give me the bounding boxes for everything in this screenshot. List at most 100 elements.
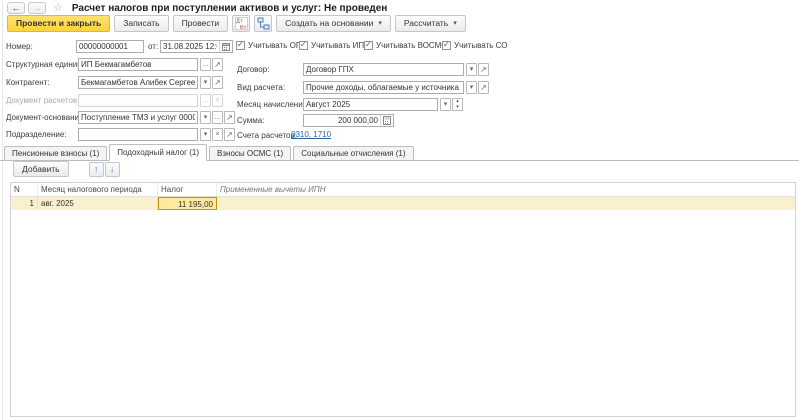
date-input[interactable]: 31.08.2025 12:00:00 [160,40,233,53]
settlement-document-input[interactable] [78,94,198,107]
counterparty-label: Контрагент: [6,76,50,89]
tab-pension-contributions[interactable]: Пенсионные взносы (1) [4,146,107,160]
checkbox-so[interactable]: ✓ Учитывать СО [442,40,507,51]
structural-unit-label: Структурная единица: [6,58,88,71]
open-icon: ↗ [226,112,233,123]
base-document-input[interactable]: Поступление ТМЗ и услуг 000000001 [78,111,198,124]
checkbox-vosms-label: Учитывать ВОСМС [376,41,447,50]
open-icon: ↗ [214,77,221,88]
contract-value: Договор ГПХ [306,64,461,75]
counterparty-input[interactable]: Бекмагамбетов Алибек Сергеевич [78,76,198,89]
department-open-button[interactable]: ↗ [224,128,235,141]
checkbox-icon: ✓ [364,41,373,50]
svg-text:Дт: Дт [236,19,243,25]
department-clear-button[interactable]: × [212,128,223,141]
document-window: ← → ☆ Расчет налогов при поступлении акт… [0,0,799,420]
back-button[interactable]: ← [7,2,25,14]
tab-social-deductions[interactable]: Социальные отчисления (1) [293,146,413,160]
structure-report-button[interactable] [254,15,272,32]
col-header-deductions[interactable]: Примененные вычеты ИПН [217,183,795,196]
table-header-row: N Месяц налогового периода Налог Примене… [11,183,795,197]
cell-row-number[interactable]: 1 [11,197,38,210]
col-header-period[interactable]: Месяц налогового периода [38,183,158,196]
save-button[interactable]: Записать [114,15,168,32]
settlement-document-choose-button[interactable]: ... [200,94,211,107]
calculate-button[interactable]: Рассчитать ▾ [395,15,466,32]
debit-credit-icon: Дт Кт [235,17,248,30]
checkbox-ipn[interactable]: ✓ Учитывать ИПН [299,40,370,51]
cell-deductions[interactable] [217,197,795,210]
base-document-value: Поступление ТМЗ и услуг 000000001 [81,112,195,123]
move-row-down-button[interactable]: ↓ [105,162,120,177]
department-input[interactable] [78,128,198,141]
create-based-on-label: Создать на основании [285,19,373,28]
cell-tax-selected[interactable]: 11 195,00 [158,197,217,210]
department-dropdown-button[interactable]: ▾ [200,128,211,141]
checkbox-icon: ✓ [442,41,451,50]
contract-input[interactable]: Договор ГПХ [303,63,464,76]
calculation-type-input[interactable]: Прочие доходы, облагаемые у источника [303,81,464,94]
add-row-button[interactable]: Добавить [13,161,69,177]
calculator-icon[interactable] [380,115,391,126]
tab-osms-contributions[interactable]: Взносы ОСМС (1) [209,146,291,160]
calendar-icon[interactable] [219,41,230,52]
post-button[interactable]: Провести [173,15,229,32]
structural-unit-open-button[interactable]: ↗ [212,58,223,71]
move-row-up-button[interactable]: ↑ [89,162,104,177]
amount-value: 200 000,00 [306,115,378,126]
amount-input[interactable]: 200 000,00 [303,114,394,127]
show-postings-button[interactable]: Дт Кт [232,15,250,32]
col-header-tax[interactable]: Налог [158,183,217,196]
accrual-month-label: Месяц начисления: [237,98,309,111]
post-and-close-button[interactable]: Провести и закрыть [7,15,110,32]
date-prefix-label: от: [148,40,158,53]
table-row[interactable]: 1 авг. 2025 11 195,00 [11,197,795,210]
base-document-label: Документ-основание: [6,111,86,124]
checkbox-opv[interactable]: ✓ Учитывать ОПВ [236,40,307,51]
accrual-month-value: Август 2025 [306,99,435,110]
checkbox-icon: ✓ [299,41,308,50]
dropdown-caret-icon: ▾ [378,20,382,27]
calculation-type-dropdown-button[interactable]: ▾ [466,81,477,94]
structural-unit-input[interactable]: ИП Бекмагамбетов [78,58,198,71]
base-document-open-button[interactable]: ↗ [224,111,235,124]
col-header-n[interactable]: N [11,183,38,196]
dropdown-caret-icon: ▾ [453,20,457,27]
calculation-type-open-button[interactable]: ↗ [478,81,489,94]
contract-dropdown-button[interactable]: ▾ [466,63,477,76]
number-input[interactable]: 00000000001 [76,40,144,53]
counterparty-dropdown-button[interactable]: ▾ [200,76,211,89]
open-icon: ↗ [480,64,487,75]
amount-label: Сумма: [237,114,264,127]
settlement-document-label: Документ расчетов: [6,94,79,107]
settlement-document-clear-button[interactable]: × [212,94,223,107]
counterparty-open-button[interactable]: ↗ [212,76,223,89]
settlement-accounts-link[interactable]: 3310, 1710 [291,129,331,141]
accrual-month-dropdown-button[interactable]: ▾ [440,98,451,111]
calculate-label: Рассчитать [404,19,448,28]
counterparty-value: Бекмагамбетов Алибек Сергеевич [81,77,195,88]
accrual-month-spinner[interactable]: ▴ ▾ [452,98,463,111]
contract-open-button[interactable]: ↗ [478,63,489,76]
svg-text:Кт: Кт [240,25,247,30]
create-based-on-button[interactable]: Создать на основании ▾ [276,15,391,32]
favorite-star-icon[interactable]: ☆ [53,2,63,14]
number-value: 00000000001 [79,41,141,52]
tab-income-tax[interactable]: Подоходный налог (1) [109,144,207,161]
forward-button[interactable]: → [28,2,46,14]
department-label: Подразделение: [6,128,67,141]
open-icon: ↗ [480,82,487,93]
income-tax-table: N Месяц налогового периода Налог Примене… [10,182,796,417]
table-command-bar: Добавить ↑ ↓ [13,161,120,177]
checkbox-vosms[interactable]: ✓ Учитывать ВОСМС [364,40,447,51]
calculation-type-value: Прочие доходы, облагаемые у источника [306,82,461,93]
spin-down-icon[interactable]: ▾ [453,105,462,111]
base-document-dropdown-button[interactable]: ▾ [200,111,211,124]
base-document-choose-button[interactable]: ... [212,111,223,124]
accrual-month-input[interactable]: Август 2025 [303,98,438,111]
settlement-accounts-label: Счета расчетов: [237,129,297,142]
cell-period[interactable]: авг. 2025 [38,197,158,210]
structural-unit-choose-button[interactable]: ... [200,58,211,71]
nav-row: ← → ☆ Расчет налогов при поступлении акт… [7,2,387,14]
toolbar: Провести и закрыть Записать Провести Дт … [7,15,466,32]
